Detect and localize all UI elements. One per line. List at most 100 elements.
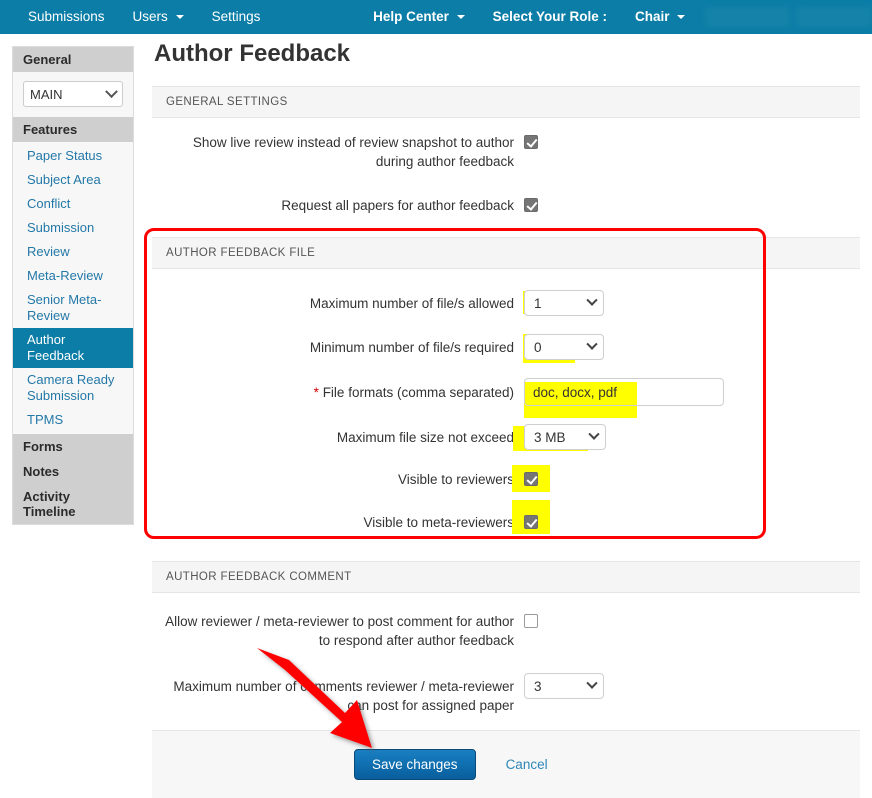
chevron-down-icon xyxy=(105,84,118,98)
sidebar-item-tpms[interactable]: TPMS xyxy=(13,408,133,432)
checkbox-request-all-papers[interactable] xyxy=(524,198,538,212)
panel-heading-author-feedback-file: AUTHOR FEEDBACK FILE xyxy=(152,237,860,269)
nav-item-help-center[interactable]: Help Center xyxy=(359,0,479,34)
nav-item-settings[interactable]: Settings xyxy=(198,0,275,34)
main-content: Author Feedback GENERAL SETTINGS Show li… xyxy=(152,40,860,798)
control-file-formats xyxy=(524,378,724,418)
field-row-visible-reviewers: Visible to reviewers xyxy=(152,459,860,502)
select-min-files[interactable]: 0 xyxy=(524,334,604,360)
page-title: Author Feedback xyxy=(154,40,351,67)
chevron-down-icon xyxy=(586,338,598,350)
label-file-formats: * File formats (comma separated) xyxy=(152,378,524,402)
label-allow-comment: Allow reviewer / meta-reviewer to post c… xyxy=(165,614,514,648)
nav-label-select-role-text: Select Your Role : xyxy=(492,9,607,24)
panel-heading-author-feedback-comment: AUTHOR FEEDBACK COMMENT xyxy=(152,561,860,593)
sidebar-item-meta-review[interactable]: Meta-Review xyxy=(13,264,133,288)
nav-label-submissions: Submissions xyxy=(28,9,105,24)
control-show-live-review xyxy=(524,133,538,154)
required-asterisk: * xyxy=(313,385,319,400)
panel-body-author-feedback-file: Maximum number of file/s allowed 1 Minim… xyxy=(152,269,860,561)
checkbox-visible-meta-reviewers[interactable] xyxy=(524,515,538,529)
navbar-redacted-region-1 xyxy=(705,7,791,27)
select-max-files[interactable]: 1 xyxy=(524,290,604,316)
label-min-files: Minimum number of file/s required xyxy=(309,340,514,355)
field-row-max-file-size: Maximum file size not exceed 3 MB xyxy=(152,415,860,459)
checkbox-visible-reviewers[interactable] xyxy=(524,472,538,486)
sidebar: General MAIN Features Paper Status Subje… xyxy=(12,46,134,525)
sidebar-item-forms[interactable]: Forms xyxy=(13,434,133,459)
nav-item-users[interactable]: Users xyxy=(119,0,198,34)
control-max-file-size: 3 MB xyxy=(513,424,606,451)
control-max-comments: 3 xyxy=(524,673,604,699)
control-allow-comment xyxy=(524,612,538,633)
field-row-visible-meta-reviewers: Visible to meta-reviewers xyxy=(152,500,860,545)
panel-body-general-settings: Show live review instead of review snaps… xyxy=(152,118,860,237)
field-row-max-comments: Maximum number of comments reviewer / me… xyxy=(152,659,860,724)
field-row-file-formats: * File formats (comma separated) xyxy=(152,369,860,418)
control-visible-reviewers xyxy=(512,465,550,492)
control-visible-meta-reviewers xyxy=(512,500,550,534)
form-action-bar: Save changes Cancel xyxy=(152,730,860,798)
chevron-down-icon xyxy=(588,428,600,440)
panel-heading-general-settings: GENERAL SETTINGS xyxy=(152,86,860,118)
track-select[interactable]: MAIN xyxy=(23,81,123,107)
sidebar-item-camera-ready-submission[interactable]: Camera Ready Submission xyxy=(13,368,133,408)
sidebar-item-activity-timeline[interactable]: Activity Timeline xyxy=(13,484,133,524)
select-max-files-value: 1 xyxy=(534,295,542,311)
sidebar-item-author-feedback[interactable]: Author Feedback xyxy=(13,328,133,368)
chevron-down-icon xyxy=(456,15,465,20)
panel-author-feedback-comment: AUTHOR FEEDBACK COMMENT Allow reviewer /… xyxy=(152,561,860,730)
track-select-value: MAIN xyxy=(30,86,63,102)
control-request-all-papers xyxy=(524,196,538,217)
sidebar-item-subject-area[interactable]: Subject Area xyxy=(13,168,133,192)
select-min-files-value: 0 xyxy=(534,339,542,355)
label-file-formats-text: File formats (comma separated) xyxy=(322,385,514,400)
sidebar-header-features: Features xyxy=(13,117,133,142)
select-max-file-size-value: 3 MB xyxy=(534,429,566,445)
panel-body-author-feedback-comment: Allow reviewer / meta-reviewer to post c… xyxy=(152,593,860,730)
field-row-max-files: Maximum number of file/s allowed 1 xyxy=(152,281,860,325)
control-min-files: 0 xyxy=(523,334,604,363)
nav-label-settings: Settings xyxy=(211,9,261,24)
chevron-down-icon xyxy=(586,294,598,306)
select-max-comments[interactable]: 3 xyxy=(524,673,604,699)
chevron-down-icon xyxy=(677,15,686,20)
navbar-redacted-region-2 xyxy=(796,7,872,27)
top-navbar: Submissions Users Settings Help Center S… xyxy=(0,0,872,34)
chevron-down-icon xyxy=(175,15,184,20)
control-max-files: 1 xyxy=(523,290,604,316)
checkbox-allow-comment[interactable] xyxy=(524,614,538,628)
select-max-file-size[interactable]: 3 MB xyxy=(524,424,606,450)
input-file-formats[interactable] xyxy=(524,378,724,406)
field-row-allow-comment: Allow reviewer / meta-reviewer to post c… xyxy=(152,603,860,659)
field-row-request-all-papers: Request all papers for author feedback xyxy=(152,180,860,233)
sidebar-item-review[interactable]: Review xyxy=(13,240,133,264)
panel-author-feedback-file: AUTHOR FEEDBACK FILE Maximum number of f… xyxy=(152,237,860,561)
label-visible-reviewers: Visible to reviewers xyxy=(397,472,514,487)
sidebar-track-select-wrap: MAIN xyxy=(13,72,133,117)
checkbox-show-live-review[interactable] xyxy=(524,135,538,149)
save-changes-button[interactable]: Save changes xyxy=(354,749,476,780)
nav-label-select-your-role: Select Your Role : xyxy=(479,0,621,34)
label-max-file-size: Maximum file size not exceed xyxy=(336,430,514,445)
chevron-down-icon xyxy=(586,677,598,689)
label-request-all-papers: Request all papers for author feedback xyxy=(281,198,514,213)
nav-label-users: Users xyxy=(132,9,168,24)
label-visible-meta-reviewers: Visible to meta-reviewers xyxy=(363,515,514,530)
nav-label-chair: Chair xyxy=(634,9,670,24)
select-max-comments-value: 3 xyxy=(534,678,542,694)
sidebar-item-notes[interactable]: Notes xyxy=(13,459,133,484)
sidebar-header-general: General xyxy=(13,47,133,72)
field-row-show-live-review: Show live review instead of review snaps… xyxy=(152,124,860,180)
sidebar-feature-list: Paper Status Subject Area Conflict Submi… xyxy=(13,142,133,434)
nav-item-chair-role[interactable]: Chair xyxy=(621,0,699,34)
label-max-files: Maximum number of file/s allowed xyxy=(309,296,514,311)
nav-item-submissions[interactable]: Submissions xyxy=(14,0,119,34)
sidebar-item-paper-status[interactable]: Paper Status xyxy=(13,144,133,168)
nav-label-help-center: Help Center xyxy=(373,9,449,24)
panel-general-settings: GENERAL SETTINGS Show live review instea… xyxy=(152,86,860,237)
sidebar-item-senior-meta-review[interactable]: Senior Meta-Review xyxy=(13,288,133,328)
cancel-link[interactable]: Cancel xyxy=(506,757,548,772)
sidebar-item-submission[interactable]: Submission xyxy=(13,216,133,240)
sidebar-item-conflict[interactable]: Conflict xyxy=(13,192,133,216)
